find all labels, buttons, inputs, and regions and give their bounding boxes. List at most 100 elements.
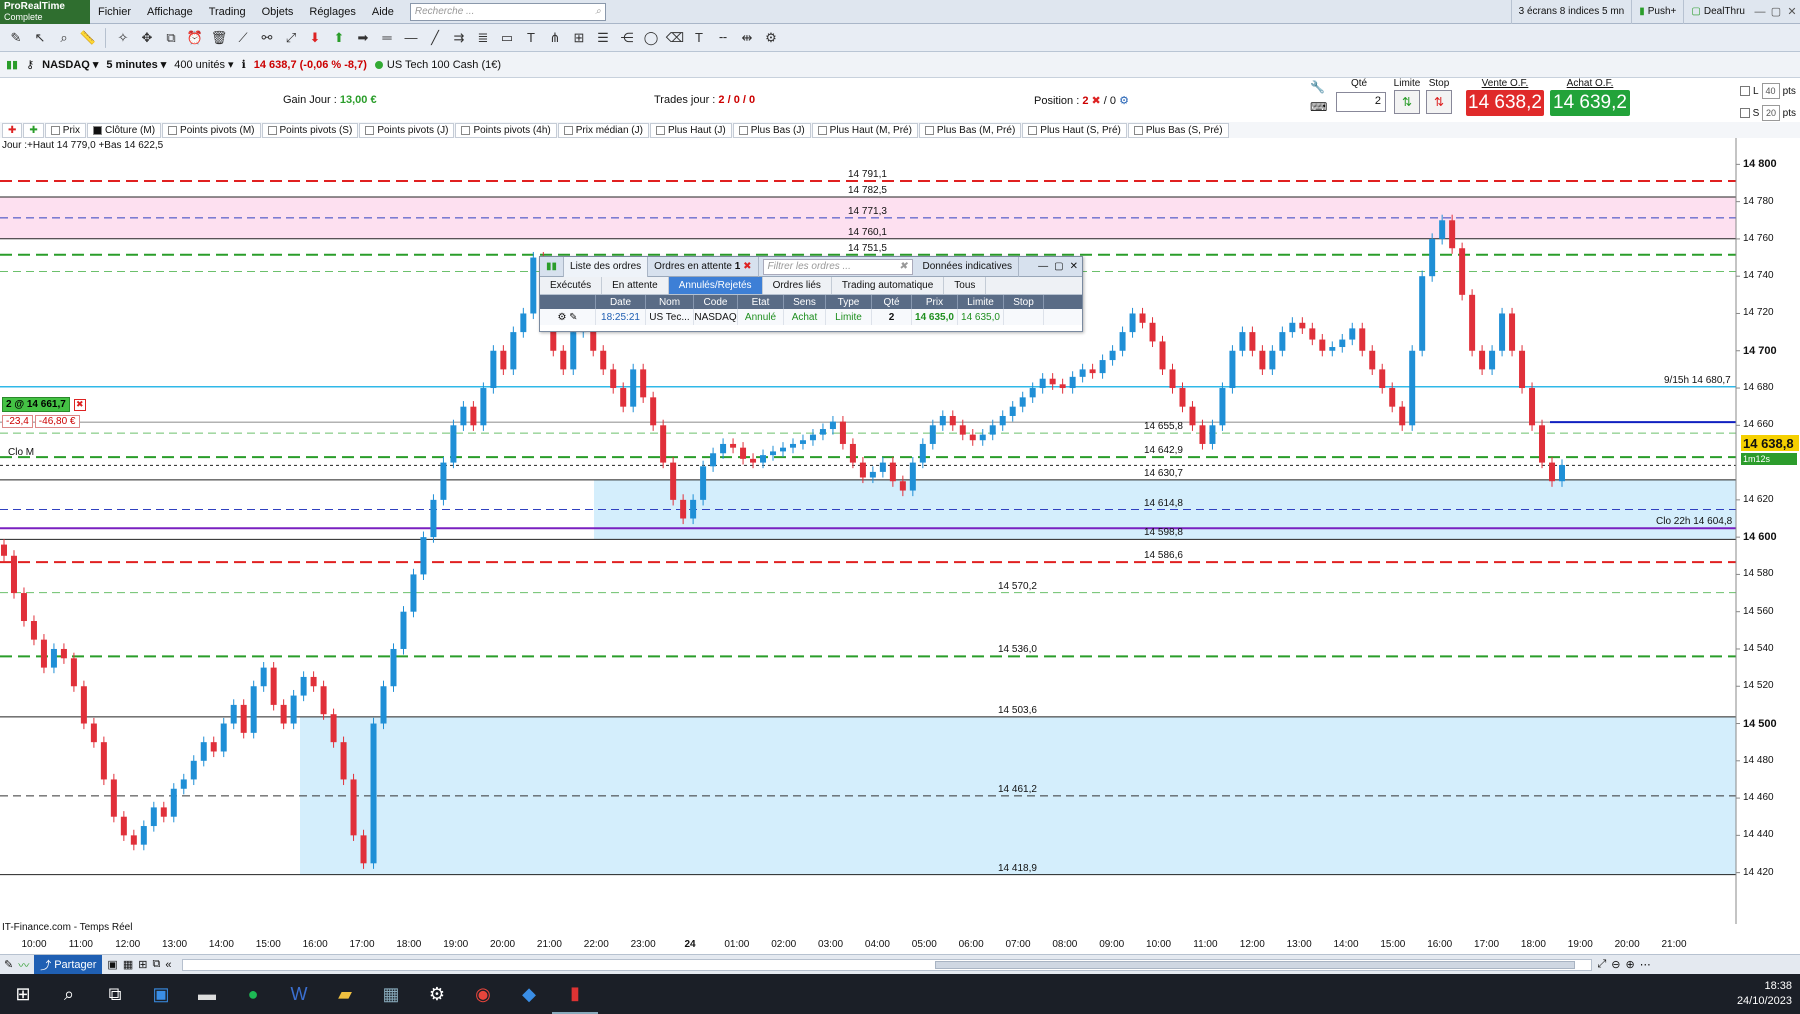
alarm-icon[interactable]: ⏰ [185, 28, 205, 48]
info-icon[interactable]: ℹ [242, 58, 246, 71]
scrollbar-thumb[interactable] [935, 960, 1576, 969]
close-icon[interactable]: ✕ [1784, 5, 1800, 18]
ruler-icon[interactable]: 📏 [78, 28, 98, 48]
copy-icon[interactable]: ⧉ [161, 28, 181, 48]
indicator-checkbox[interactable] [563, 125, 573, 135]
retracement-icon[interactable]: ☰ [593, 28, 613, 48]
scroll-left-icon[interactable]: « [165, 959, 171, 971]
indicator-checkbox[interactable] [1133, 125, 1143, 135]
store-icon[interactable]: ▣ [138, 974, 184, 1014]
calculator-icon[interactable]: ▦ [368, 974, 414, 1014]
orders-subtab[interactable]: Exécutés [540, 277, 603, 294]
indicator-toggle[interactable]: Points pivots (4h) [455, 122, 557, 138]
stop-order-button[interactable]: ⇅ [1426, 90, 1452, 114]
interval-select[interactable]: 5 minutes ▾ [106, 58, 166, 72]
add-overlay-icon[interactable]: ✚ [23, 122, 44, 138]
table-header-cell[interactable]: Nom [646, 295, 694, 309]
trendline-icon[interactable]: ╱ [425, 28, 445, 48]
hline-tool-icon[interactable]: — [401, 28, 421, 48]
indicator-checkbox[interactable] [50, 125, 60, 135]
indicator-checkbox[interactable] [817, 125, 827, 135]
table-header-cell[interactable]: Etat [738, 295, 784, 309]
table-header-cell[interactable]: Prix [912, 295, 958, 309]
word-icon[interactable]: W [276, 974, 322, 1014]
menu-trading[interactable]: Trading [201, 6, 254, 18]
indicator-toggle[interactable]: Plus Bas (S, Pré) [1127, 122, 1229, 138]
magic-wand-icon[interactable]: ✧ [113, 28, 133, 48]
line-tool-icon[interactable]: ⟋ [233, 28, 253, 48]
cursor-icon[interactable]: ↖ [30, 28, 50, 48]
gear-icon[interactable]: ⚙ [1119, 95, 1129, 107]
arrow-up-icon[interactable]: ⬆ [329, 28, 349, 48]
indicator-checkbox[interactable] [655, 125, 665, 135]
search-input[interactable]: Recherche ... ⌕ [409, 2, 606, 21]
indicator-toggle[interactable]: Plus Bas (J) [732, 122, 811, 138]
indicator-toggle[interactable]: Points pivots (S) [261, 122, 359, 138]
indicator-toggle[interactable]: Plus Haut (J) [649, 122, 732, 138]
clear-filter-icon[interactable]: ✖ [899, 261, 907, 273]
add-indicator-icon[interactable]: ✚ [2, 122, 23, 138]
tab-pending-orders[interactable]: Ordres en attente 1 ✖ [648, 256, 759, 277]
table-row[interactable]: ⚙ ✎ 18:25:21 US Tec... NASDAQ Annulé Achat Lim… [540, 309, 1082, 325]
screenshot-icon[interactable]: ▣ [107, 958, 117, 971]
units-select[interactable]: 400 unités ▾ [174, 58, 233, 72]
prorealtime-taskbar-icon[interactable]: ▮ [552, 974, 598, 1014]
qty-input[interactable]: 2 [1336, 92, 1386, 112]
indicator-toggle[interactable]: Plus Haut (M, Pré) [811, 122, 918, 138]
more-icon[interactable]: ⋯ [1640, 958, 1651, 971]
row-tools[interactable]: ⚙ ✎ [540, 309, 596, 325]
pencil-icon[interactable]: ✎ [4, 958, 13, 971]
limit-order-button[interactable]: ⇅ [1394, 90, 1420, 114]
close-tab-icon[interactable]: ✖ [743, 261, 751, 272]
buy-button[interactable]: 14 639,2 [1550, 90, 1630, 116]
task-view-icon[interactable]: ⧉ [92, 974, 138, 1014]
indicator-toggle[interactable]: Points pivots (J) [359, 122, 455, 138]
stop-checkbox[interactable] [1740, 108, 1750, 118]
settings-icon[interactable]: ⚙ [414, 974, 460, 1014]
gann-icon[interactable]: ⊞ [569, 28, 589, 48]
indicator-checkbox[interactable] [738, 125, 748, 135]
maximize-icon[interactable]: ▢ [1768, 5, 1784, 18]
horizontal-line-icon[interactable]: ═ [377, 28, 397, 48]
rectangle-icon[interactable]: ▭ [497, 28, 517, 48]
table-header-cell[interactable]: Sens [784, 295, 826, 309]
dash-line-icon[interactable]: ╌ [713, 28, 733, 48]
chart-style-icon[interactable]: 〰 [18, 957, 29, 973]
table-header-cell[interactable]: Stop [1004, 295, 1044, 309]
fibonacci-icon[interactable]: ≣ [473, 28, 493, 48]
table-icon[interactable]: ▦ [123, 958, 133, 971]
layout-icon[interactable]: ⧉ [152, 958, 160, 971]
chart-type-icon[interactable]: ▮▮ [6, 58, 18, 71]
indicator-toggle[interactable]: Points pivots (M) [162, 122, 261, 138]
menu-fichier[interactable]: Fichier [90, 6, 139, 18]
close-position-icon[interactable]: ✖ [1092, 95, 1101, 107]
push-button[interactable]: ▮ Push+ [1631, 0, 1683, 24]
move-icon[interactable]: ✥ [137, 28, 157, 48]
menu-aide[interactable]: Aide [364, 6, 402, 18]
text-box-icon[interactable]: T [689, 28, 709, 48]
tab-orders-list[interactable]: Liste des ordres [564, 256, 649, 277]
zoom-in-icon[interactable]: ⊕ [1625, 958, 1634, 971]
search-icon[interactable]: ⌕ [595, 6, 601, 17]
close-position-icon[interactable]: ✖ [73, 398, 86, 411]
indicator-checkbox[interactable] [461, 125, 471, 135]
indicator-toggle[interactable]: Prix [44, 122, 87, 138]
wrench-icon[interactable]: 🔧 [1310, 80, 1325, 94]
indicator-checkbox[interactable] [1028, 125, 1038, 135]
indicator-checkbox[interactable] [924, 125, 934, 135]
channel-icon[interactable]: ⇉ [449, 28, 469, 48]
indicator-toggle[interactable]: Prix médian (J) [557, 122, 649, 138]
menu-reglages[interactable]: Réglages [301, 6, 363, 18]
indicator-toggle[interactable]: Plus Bas (M, Pré) [918, 122, 1022, 138]
arrow-right-icon[interactable]: ➡ [353, 28, 373, 48]
explorer-icon[interactable]: ▬ [184, 974, 230, 1014]
pitchfork-icon[interactable]: ⋲ [617, 28, 637, 48]
zoom-fit-icon[interactable]: ⤢ [1597, 958, 1606, 971]
minimize-icon[interactable]: — [1752, 6, 1768, 18]
arrow-down-icon[interactable]: ⬇ [305, 28, 325, 48]
keyboard-icon[interactable]: ⌨ [1310, 100, 1327, 114]
trash-icon[interactable]: 🗑 [209, 28, 229, 48]
fan-icon[interactable]: ⋔ [545, 28, 565, 48]
windows-start-icon[interactable]: ⊞ [0, 974, 46, 1014]
indicator-checkbox[interactable] [365, 125, 375, 135]
